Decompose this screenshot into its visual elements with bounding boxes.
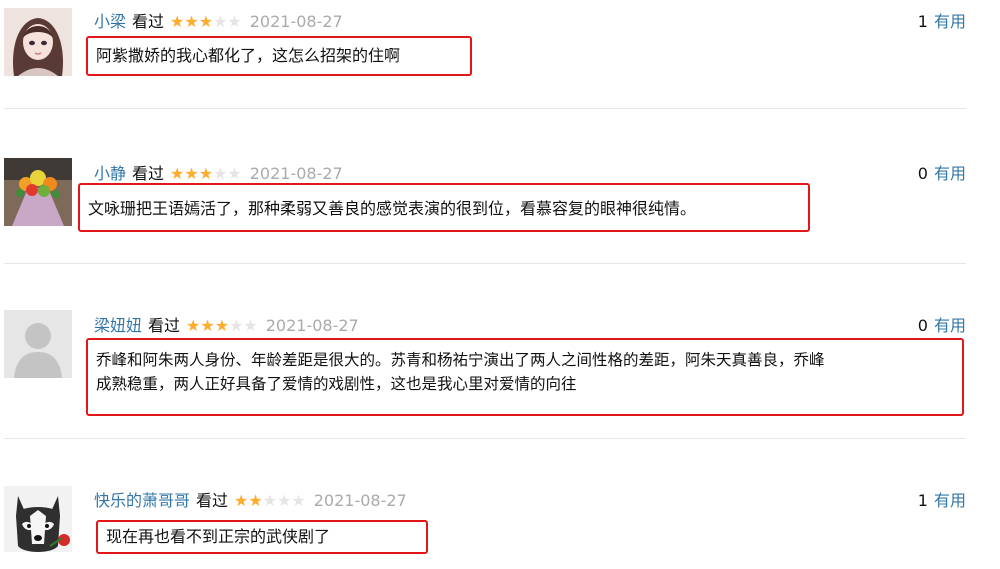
star-empty-icon: ★★ — [213, 164, 242, 183]
useful-count: 0 — [917, 316, 928, 335]
divider — [4, 108, 966, 109]
star-filled-icon: ★★ — [234, 491, 263, 510]
rating-stars: ★★★★★ — [170, 12, 242, 31]
useful-count: 1 — [917, 491, 928, 510]
useful-vote: 1 有用 — [918, 489, 966, 513]
useful-button[interactable]: 有用 — [934, 316, 966, 335]
star-empty-icon: ★★ — [229, 316, 258, 335]
divider — [4, 263, 966, 264]
husky-dog-avatar[interactable] — [4, 486, 72, 552]
useful-button[interactable]: 有用 — [934, 491, 966, 510]
review-date: 2021-08-27 — [313, 491, 407, 510]
username-link[interactable]: 小梁 — [94, 12, 126, 31]
watched-label: 看过 — [196, 491, 229, 510]
review-text: 现在再也看不到正宗的武侠剧了 — [106, 527, 331, 546]
star-filled-icon: ★★★ — [186, 316, 230, 335]
rating-stars: ★★★★★ — [186, 316, 258, 335]
default-user-avatar[interactable] — [4, 310, 72, 378]
useful-count: 0 — [917, 164, 928, 183]
review-text: 阿紫撒娇的我心都化了，这怎么招架的住啊 — [96, 46, 401, 65]
useful-vote: 0 有用 — [918, 162, 966, 186]
review-content: 阿紫撒娇的我心都化了，这怎么招架的住啊 — [86, 36, 472, 76]
star-filled-icon: ★★★ — [170, 12, 214, 31]
review-date: 2021-08-27 — [265, 316, 359, 335]
star-empty-icon: ★★ — [213, 12, 242, 31]
watched-label: 看过 — [132, 164, 165, 183]
review-content: 文咏珊把王语嫣活了，那种柔弱又善良的感觉表演的很到位，看慕容复的眼神很纯情。 — [78, 183, 810, 232]
review-date: 2021-08-27 — [249, 12, 343, 31]
flower-bouquet-avatar[interactable] — [4, 158, 72, 226]
star-empty-icon: ★★★ — [262, 491, 306, 510]
anime-girl-avatar[interactable] — [4, 8, 72, 76]
username-link[interactable]: 快乐的萧哥哥 — [94, 491, 190, 510]
star-filled-icon: ★★★ — [170, 164, 214, 183]
review-meta: 梁妞妞 看过 ★★★★★ 2021-08-27 — [94, 314, 359, 338]
username-link[interactable]: 小静 — [94, 164, 126, 183]
review-text-line: 乔峰和阿朱两人身份、年龄差距是很大的。苏青和杨祐宁演出了两人之间性格的差距，阿朱… — [96, 351, 825, 369]
rating-stars: ★★★★★ — [170, 164, 242, 183]
rating-stars: ★★★★★ — [234, 491, 306, 510]
useful-button[interactable]: 有用 — [934, 12, 966, 31]
watched-label: 看过 — [148, 316, 181, 335]
watched-label: 看过 — [132, 12, 165, 31]
useful-vote: 1 有用 — [918, 10, 966, 34]
review-meta: 快乐的萧哥哥 看过 ★★★★★ 2021-08-27 — [94, 489, 407, 513]
review-content: 乔峰和阿朱两人身份、年龄差距是很大的。苏青和杨祐宁演出了两人之间性格的差距，阿朱… — [86, 338, 964, 416]
username-link[interactable]: 梁妞妞 — [94, 316, 142, 335]
divider — [4, 438, 966, 439]
review-text-line: 成熟稳重，两人正好具备了爱情的戏剧性，这也是我心里对爱情的向往 — [96, 375, 577, 393]
useful-button[interactable]: 有用 — [934, 164, 966, 183]
useful-vote: 0 有用 — [918, 314, 966, 338]
review-text: 文咏珊把王语嫣活了，那种柔弱又善良的感觉表演的很到位，看慕容复的眼神很纯情。 — [88, 199, 697, 218]
useful-count: 1 — [917, 12, 928, 31]
review-date: 2021-08-27 — [249, 164, 343, 183]
review-content: 现在再也看不到正宗的武侠剧了 — [96, 520, 428, 554]
review-meta: 小梁 看过 ★★★★★ 2021-08-27 — [94, 10, 343, 34]
